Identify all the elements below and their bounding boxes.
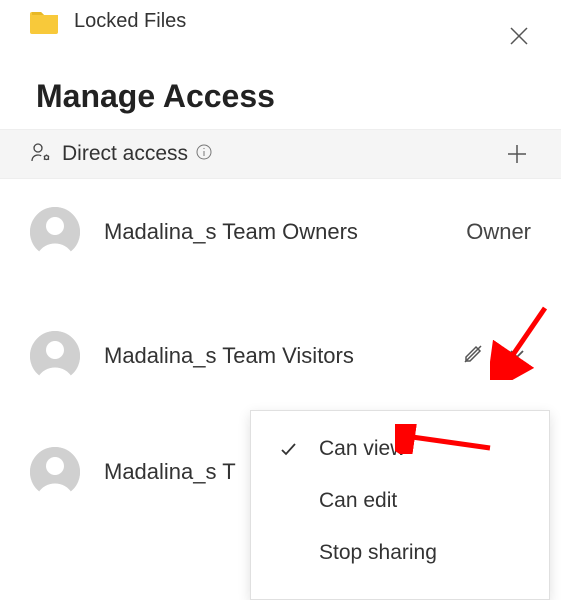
dropdown-item-stop-sharing[interactable]: Stop sharing [251, 527, 549, 579]
direct-access-section: Direct access [0, 129, 561, 179]
folder-icon [30, 8, 60, 34]
role-label: Owner [466, 219, 531, 245]
pencil-slash-icon [461, 342, 485, 371]
add-access-button[interactable] [503, 140, 531, 168]
principal-name: Madalina_s T [104, 459, 264, 485]
check-icon [275, 439, 301, 459]
close-button[interactable] [507, 24, 535, 52]
avatar [30, 447, 80, 497]
annotation-arrow [395, 424, 495, 454]
avatar [30, 331, 80, 381]
access-entry-owners: Madalina_s Team Owners Owner [0, 179, 561, 285]
person-gear-icon [30, 141, 52, 168]
dropdown-item-label: Can edit [319, 489, 397, 513]
principal-name: Madalina_s Team Visitors [104, 343, 461, 369]
avatar [30, 207, 80, 257]
direct-access-label: Direct access [62, 142, 188, 166]
page-title: Manage Access [0, 42, 561, 129]
folder-name: Locked Files [74, 10, 186, 33]
dropdown-item-label: Can view [319, 437, 405, 461]
info-icon[interactable] [196, 144, 212, 165]
titlebar: Locked Files [0, 0, 561, 42]
dropdown-item-can-edit[interactable]: Can edit [251, 475, 549, 527]
principal-name: Madalina_s Team Owners [104, 219, 466, 245]
access-entry-visitors: Madalina_s Team Visitors [0, 285, 561, 427]
annotation-arrow [490, 300, 555, 380]
dropdown-item-label: Stop sharing [319, 541, 437, 565]
